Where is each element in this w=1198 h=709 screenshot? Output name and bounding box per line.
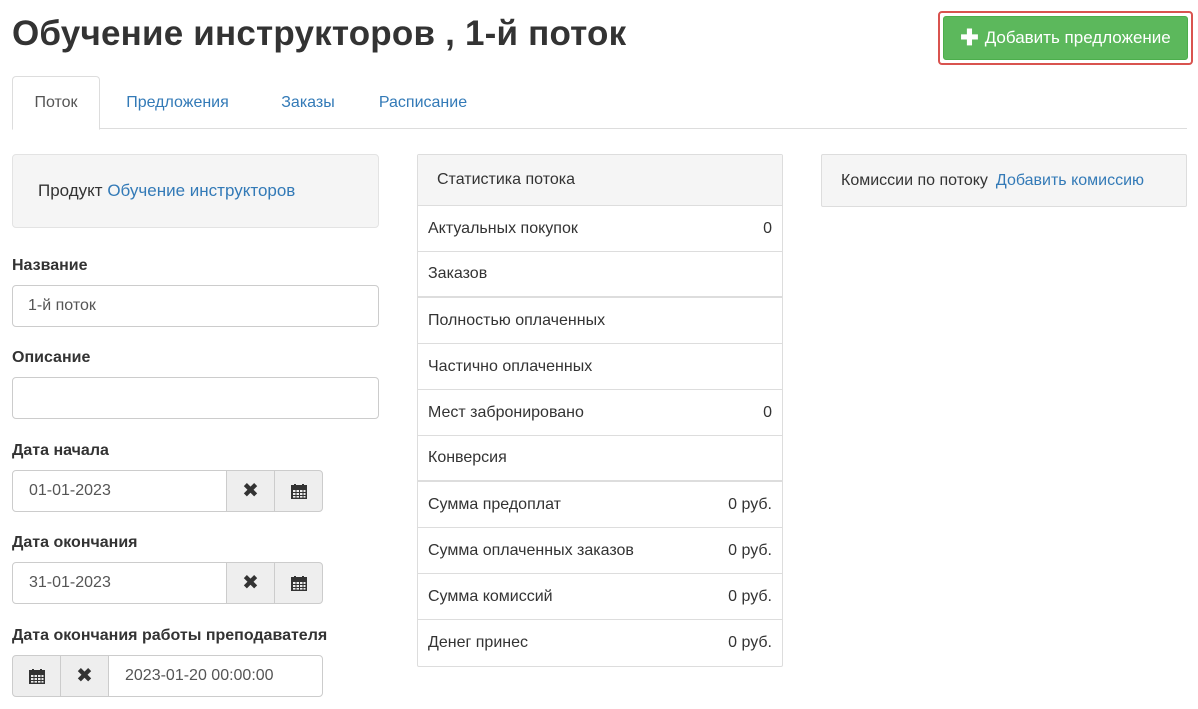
commissions-title: Комиссии по потоку — [841, 171, 988, 189]
stats-row: Мест забронировано 0 — [418, 390, 782, 436]
clear-icon: ✖ — [242, 572, 259, 594]
stats-label: Сумма оплаченных заказов — [428, 541, 634, 559]
teacher-end-field[interactable] — [108, 655, 323, 697]
stats-value: 0 руб. — [728, 587, 772, 605]
end-date-field[interactable] — [12, 562, 227, 604]
page-title: Обучение инструкторов , 1-й поток — [12, 14, 627, 53]
stats-row: Частично оплаченных — [418, 344, 782, 390]
stats-label: Полностью оплаченных — [428, 311, 606, 329]
stats-label: Сумма предоплат — [428, 495, 561, 513]
name-field[interactable] — [12, 285, 379, 327]
stats-value: 0 руб. — [728, 541, 772, 559]
start-date-clear-button[interactable]: ✖ — [226, 470, 275, 512]
plus-icon: ✚ — [960, 25, 979, 50]
name-label: Название — [12, 257, 88, 274]
tabs-bar: Поток Предложения Заказы Расписание — [12, 76, 1187, 130]
stats-value: 0 руб. — [728, 634, 772, 651]
stats-label: Конверсия — [428, 449, 507, 466]
add-offer-button[interactable]: ✚ Добавить предложение — [943, 16, 1188, 60]
clear-icon: ✖ — [242, 480, 259, 502]
calendar-icon — [290, 483, 307, 499]
start-date-label: Дата начала — [12, 442, 109, 459]
product-link[interactable]: Обучение инструкторов — [107, 181, 295, 201]
stats-row: Денег принес 0 руб. — [418, 620, 782, 666]
tab-label: Заказы — [281, 93, 335, 111]
tab-label: Поток — [34, 94, 78, 111]
stats-value: 0 — [763, 219, 772, 237]
stream-stats-panel: Статистика потока Актуальных покупок 0 За… — [417, 154, 783, 667]
stats-label: Заказов — [428, 265, 488, 282]
product-well: Продукт Обучение инструкторов — [12, 154, 379, 228]
add-commission-link[interactable]: Добавить комиссию — [996, 172, 1144, 190]
stats-row: Полностью оплаченных — [418, 298, 782, 344]
stats-value: 0 — [763, 403, 772, 421]
add-offer-highlight: ✚ Добавить предложение — [938, 11, 1193, 65]
end-date-group: ✖ — [12, 562, 323, 604]
stats-heading: Статистика потока — [418, 155, 782, 206]
stats-row: Актуальных покупок 0 — [418, 206, 782, 252]
stats-label: Сумма комиссий — [428, 587, 553, 605]
description-field[interactable] — [12, 377, 379, 419]
stats-label: Мест забронировано — [428, 403, 584, 421]
teacher-end-clear-button[interactable]: ✖ — [60, 655, 109, 697]
stats-label: Частично оплаченных — [428, 357, 593, 375]
end-date-calendar-button[interactable] — [274, 562, 323, 604]
tab-label: Предложения — [126, 93, 229, 111]
tab-stream[interactable]: Поток — [12, 76, 100, 130]
end-date-clear-button[interactable]: ✖ — [226, 562, 275, 604]
teacher-end-label: Дата окончания работы преподавателя — [12, 627, 328, 644]
product-prefix: Продукт — [38, 181, 103, 200]
start-date-field[interactable] — [12, 470, 227, 512]
end-date-label: Дата окончания — [12, 534, 138, 551]
description-label: Описание — [12, 349, 91, 366]
teacher-end-group: ✖ — [12, 655, 323, 697]
stats-row: Заказов — [418, 252, 782, 298]
stats-row: Конверсия — [418, 436, 782, 482]
stats-row: Сумма оплаченных заказов 0 руб. — [418, 528, 782, 574]
start-date-calendar-button[interactable] — [274, 470, 323, 512]
start-date-group: ✖ — [12, 470, 323, 512]
calendar-icon — [28, 668, 45, 684]
commissions-panel: Комиссии по потоку Добавить комиссию — [821, 154, 1187, 207]
tab-schedule[interactable]: Расписание — [364, 76, 482, 129]
clear-icon: ✖ — [76, 665, 93, 687]
stats-label: Денег принес — [428, 634, 528, 651]
add-offer-label: Добавить предложение — [984, 28, 1171, 47]
tab-offers[interactable]: Предложения — [110, 76, 245, 129]
stats-value: 0 руб. — [728, 495, 772, 513]
teacher-end-calendar-button[interactable] — [12, 655, 61, 697]
tab-orders[interactable]: Заказы — [264, 76, 352, 129]
stats-row: Сумма предоплат 0 руб. — [418, 482, 782, 528]
stats-label: Актуальных покупок — [428, 219, 578, 237]
tab-label: Расписание — [378, 93, 468, 111]
calendar-icon — [290, 575, 307, 591]
stats-row: Сумма комиссий 0 руб. — [418, 574, 782, 620]
